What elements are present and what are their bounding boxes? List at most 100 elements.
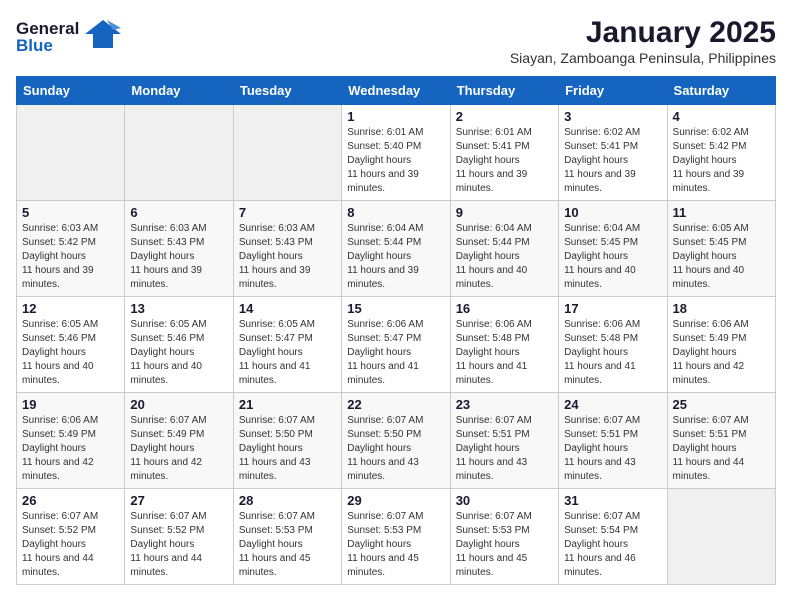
day-number: 13 xyxy=(130,301,227,316)
cell-day-empty xyxy=(125,105,233,201)
cell-day-3: 3 Sunrise: 6:02 AMSunset: 5:41 PMDaylight… xyxy=(559,105,667,201)
cell-day-13: 13 Sunrise: 6:05 AMSunset: 5:46 PMDayligh… xyxy=(125,297,233,393)
day-number: 7 xyxy=(239,205,336,220)
week-row-5: 26Sunrise: 6:07 AMSunset: 5:52 PMDayligh… xyxy=(17,489,776,585)
cell-info: Sunrise: 6:04 AMSunset: 5:44 PMDaylight … xyxy=(456,222,553,292)
cell-info: Sunrise: 6:06 AMSunset: 5:49 PMDaylight … xyxy=(22,414,119,484)
cell-day-31: 31 Sunrise: 6:07 AMSunset: 5:54 PMDayligh… xyxy=(559,489,667,585)
cell-info: Sunrise: 6:02 AMSunset: 5:42 PMDaylight … xyxy=(673,126,770,196)
day-number: 19 xyxy=(22,397,119,412)
day-number: 9 xyxy=(456,205,553,220)
cell-day-9: 9 Sunrise: 6:04 AMSunset: 5:44 PMDaylight… xyxy=(450,201,558,297)
cell-info: Sunrise: 6:06 AMSunset: 5:49 PMDaylight … xyxy=(673,318,770,388)
cell-info: Sunrise: 6:07 AMSunset: 5:54 PMDaylight … xyxy=(564,510,661,580)
day-number: 17 xyxy=(564,301,661,316)
cell-day-6: 6 Sunrise: 6:03 AMSunset: 5:43 PMDaylight… xyxy=(125,201,233,297)
day-number: 24 xyxy=(564,397,661,412)
day-number: 2 xyxy=(456,109,553,124)
day-number: 3 xyxy=(564,109,661,124)
calendar-subtitle: Siayan, Zamboanga Peninsula, Philippines xyxy=(510,50,776,66)
cell-day-15: 15 Sunrise: 6:06 AMSunset: 5:47 PMDayligh… xyxy=(342,297,450,393)
cell-info: Sunrise: 6:03 AMSunset: 5:42 PMDaylight … xyxy=(22,222,119,292)
cell-day-7: 7 Sunrise: 6:03 AMSunset: 5:43 PMDaylight… xyxy=(233,201,341,297)
cell-day-1: 1Sunrise: 6:01 AMSunset: 5:40 PMDaylight… xyxy=(342,105,450,201)
day-number: 20 xyxy=(130,397,227,412)
day-number: 22 xyxy=(347,397,444,412)
cell-day-21: 21 Sunrise: 6:07 AMSunset: 5:50 PMDayligh… xyxy=(233,393,341,489)
day-number: 6 xyxy=(130,205,227,220)
cell-info: Sunrise: 6:06 AMSunset: 5:48 PMDaylight … xyxy=(564,318,661,388)
cell-info: Sunrise: 6:05 AMSunset: 5:45 PMDaylight … xyxy=(673,222,770,292)
logo-bird-icon xyxy=(85,16,121,57)
title-area: January 2025 Siayan, Zamboanga Peninsula… xyxy=(510,16,776,66)
logo-general: General xyxy=(16,20,79,37)
cell-info: Sunrise: 6:06 AMSunset: 5:47 PMDaylight … xyxy=(347,318,444,388)
calendar-table: SundayMondayTuesdayWednesdayThursdayFrid… xyxy=(16,76,776,585)
day-header-thursday: Thursday xyxy=(450,77,558,105)
cell-day-26: 26Sunrise: 6:07 AMSunset: 5:52 PMDayligh… xyxy=(17,489,125,585)
day-number: 30 xyxy=(456,493,553,508)
cell-info: Sunrise: 6:03 AMSunset: 5:43 PMDaylight … xyxy=(130,222,227,292)
day-header-sunday: Sunday xyxy=(17,77,125,105)
cell-info: Sunrise: 6:05 AMSunset: 5:47 PMDaylight … xyxy=(239,318,336,388)
cell-day-20: 20 Sunrise: 6:07 AMSunset: 5:49 PMDayligh… xyxy=(125,393,233,489)
cell-info: Sunrise: 6:04 AMSunset: 5:44 PMDaylight … xyxy=(347,222,444,292)
cell-day-4: 4 Sunrise: 6:02 AMSunset: 5:42 PMDaylight… xyxy=(667,105,775,201)
day-number: 8 xyxy=(347,205,444,220)
day-number: 31 xyxy=(564,493,661,508)
calendar-title: January 2025 xyxy=(510,16,776,50)
cell-info: Sunrise: 6:07 AMSunset: 5:53 PMDaylight … xyxy=(239,510,336,580)
cell-info: Sunrise: 6:07 AMSunset: 5:53 PMDaylight … xyxy=(456,510,553,580)
cell-day-30: 30 Sunrise: 6:07 AMSunset: 5:53 PMDayligh… xyxy=(450,489,558,585)
cell-day-27: 27Sunrise: 6:07 AMSunset: 5:52 PMDayligh… xyxy=(125,489,233,585)
cell-day-empty xyxy=(17,105,125,201)
cell-info: Sunrise: 6:07 AMSunset: 5:51 PMDaylight … xyxy=(456,414,553,484)
cell-info: Sunrise: 6:01 AMSunset: 5:41 PMDaylight … xyxy=(456,126,553,196)
cell-day-17: 17 Sunrise: 6:06 AMSunset: 5:48 PMDayligh… xyxy=(559,297,667,393)
day-header-friday: Friday xyxy=(559,77,667,105)
cell-day-10: 10Sunrise: 6:04 AMSunset: 5:45 PMDayligh… xyxy=(559,201,667,297)
cell-info: Sunrise: 6:03 AMSunset: 5:43 PMDaylight … xyxy=(239,222,336,292)
day-number: 4 xyxy=(673,109,770,124)
day-number: 28 xyxy=(239,493,336,508)
week-row-1: 1Sunrise: 6:01 AMSunset: 5:40 PMDaylight… xyxy=(17,105,776,201)
day-number: 29 xyxy=(347,493,444,508)
cell-info: Sunrise: 6:07 AMSunset: 5:52 PMDaylight … xyxy=(22,510,119,580)
cell-info: Sunrise: 6:07 AMSunset: 5:51 PMDaylight … xyxy=(673,414,770,484)
cell-info: Sunrise: 6:06 AMSunset: 5:48 PMDaylight … xyxy=(456,318,553,388)
cell-info: Sunrise: 6:07 AMSunset: 5:51 PMDaylight … xyxy=(564,414,661,484)
day-number: 16 xyxy=(456,301,553,316)
day-number: 15 xyxy=(347,301,444,316)
cell-day-12: 12 Sunrise: 6:05 AMSunset: 5:46 PMDayligh… xyxy=(17,297,125,393)
cell-day-16: 16 Sunrise: 6:06 AMSunset: 5:48 PMDayligh… xyxy=(450,297,558,393)
cell-day-11: 11 Sunrise: 6:05 AMSunset: 5:45 PMDayligh… xyxy=(667,201,775,297)
day-header-tuesday: Tuesday xyxy=(233,77,341,105)
cell-info: Sunrise: 6:05 AMSunset: 5:46 PMDaylight … xyxy=(130,318,227,388)
cell-day-22: 22 Sunrise: 6:07 AMSunset: 5:50 PMDayligh… xyxy=(342,393,450,489)
cell-day-2: 2 Sunrise: 6:01 AMSunset: 5:41 PMDaylight… xyxy=(450,105,558,201)
day-header-monday: Monday xyxy=(125,77,233,105)
cell-day-24: 24 Sunrise: 6:07 AMSunset: 5:51 PMDayligh… xyxy=(559,393,667,489)
week-row-4: 19 Sunrise: 6:06 AMSunset: 5:49 PMDayligh… xyxy=(17,393,776,489)
cell-info: Sunrise: 6:02 AMSunset: 5:41 PMDaylight … xyxy=(564,126,661,196)
header: General Blue January 2025 Siayan, Zamboa… xyxy=(16,16,776,66)
week-row-2: 5Sunrise: 6:03 AMSunset: 5:42 PMDaylight… xyxy=(17,201,776,297)
cell-info: Sunrise: 6:07 AMSunset: 5:52 PMDaylight … xyxy=(130,510,227,580)
cell-info: Sunrise: 6:07 AMSunset: 5:49 PMDaylight … xyxy=(130,414,227,484)
week-row-3: 12 Sunrise: 6:05 AMSunset: 5:46 PMDayligh… xyxy=(17,297,776,393)
cell-day-8: 8 Sunrise: 6:04 AMSunset: 5:44 PMDaylight… xyxy=(342,201,450,297)
day-number: 21 xyxy=(239,397,336,412)
days-header-row: SundayMondayTuesdayWednesdayThursdayFrid… xyxy=(17,77,776,105)
cell-info: Sunrise: 6:07 AMSunset: 5:50 PMDaylight … xyxy=(239,414,336,484)
day-number: 18 xyxy=(673,301,770,316)
day-number: 1 xyxy=(347,109,444,124)
cell-day-18: 18 Sunrise: 6:06 AMSunset: 5:49 PMDayligh… xyxy=(667,297,775,393)
cell-day-empty xyxy=(667,489,775,585)
cell-info: Sunrise: 6:04 AMSunset: 5:45 PMDaylight … xyxy=(564,222,661,292)
cell-info: Sunrise: 6:05 AMSunset: 5:46 PMDaylight … xyxy=(22,318,119,388)
day-number: 11 xyxy=(673,205,770,220)
day-number: 12 xyxy=(22,301,119,316)
logo: General Blue xyxy=(16,16,121,57)
cell-info: Sunrise: 6:07 AMSunset: 5:50 PMDaylight … xyxy=(347,414,444,484)
cell-day-29: 29Sunrise: 6:07 AMSunset: 5:53 PMDayligh… xyxy=(342,489,450,585)
